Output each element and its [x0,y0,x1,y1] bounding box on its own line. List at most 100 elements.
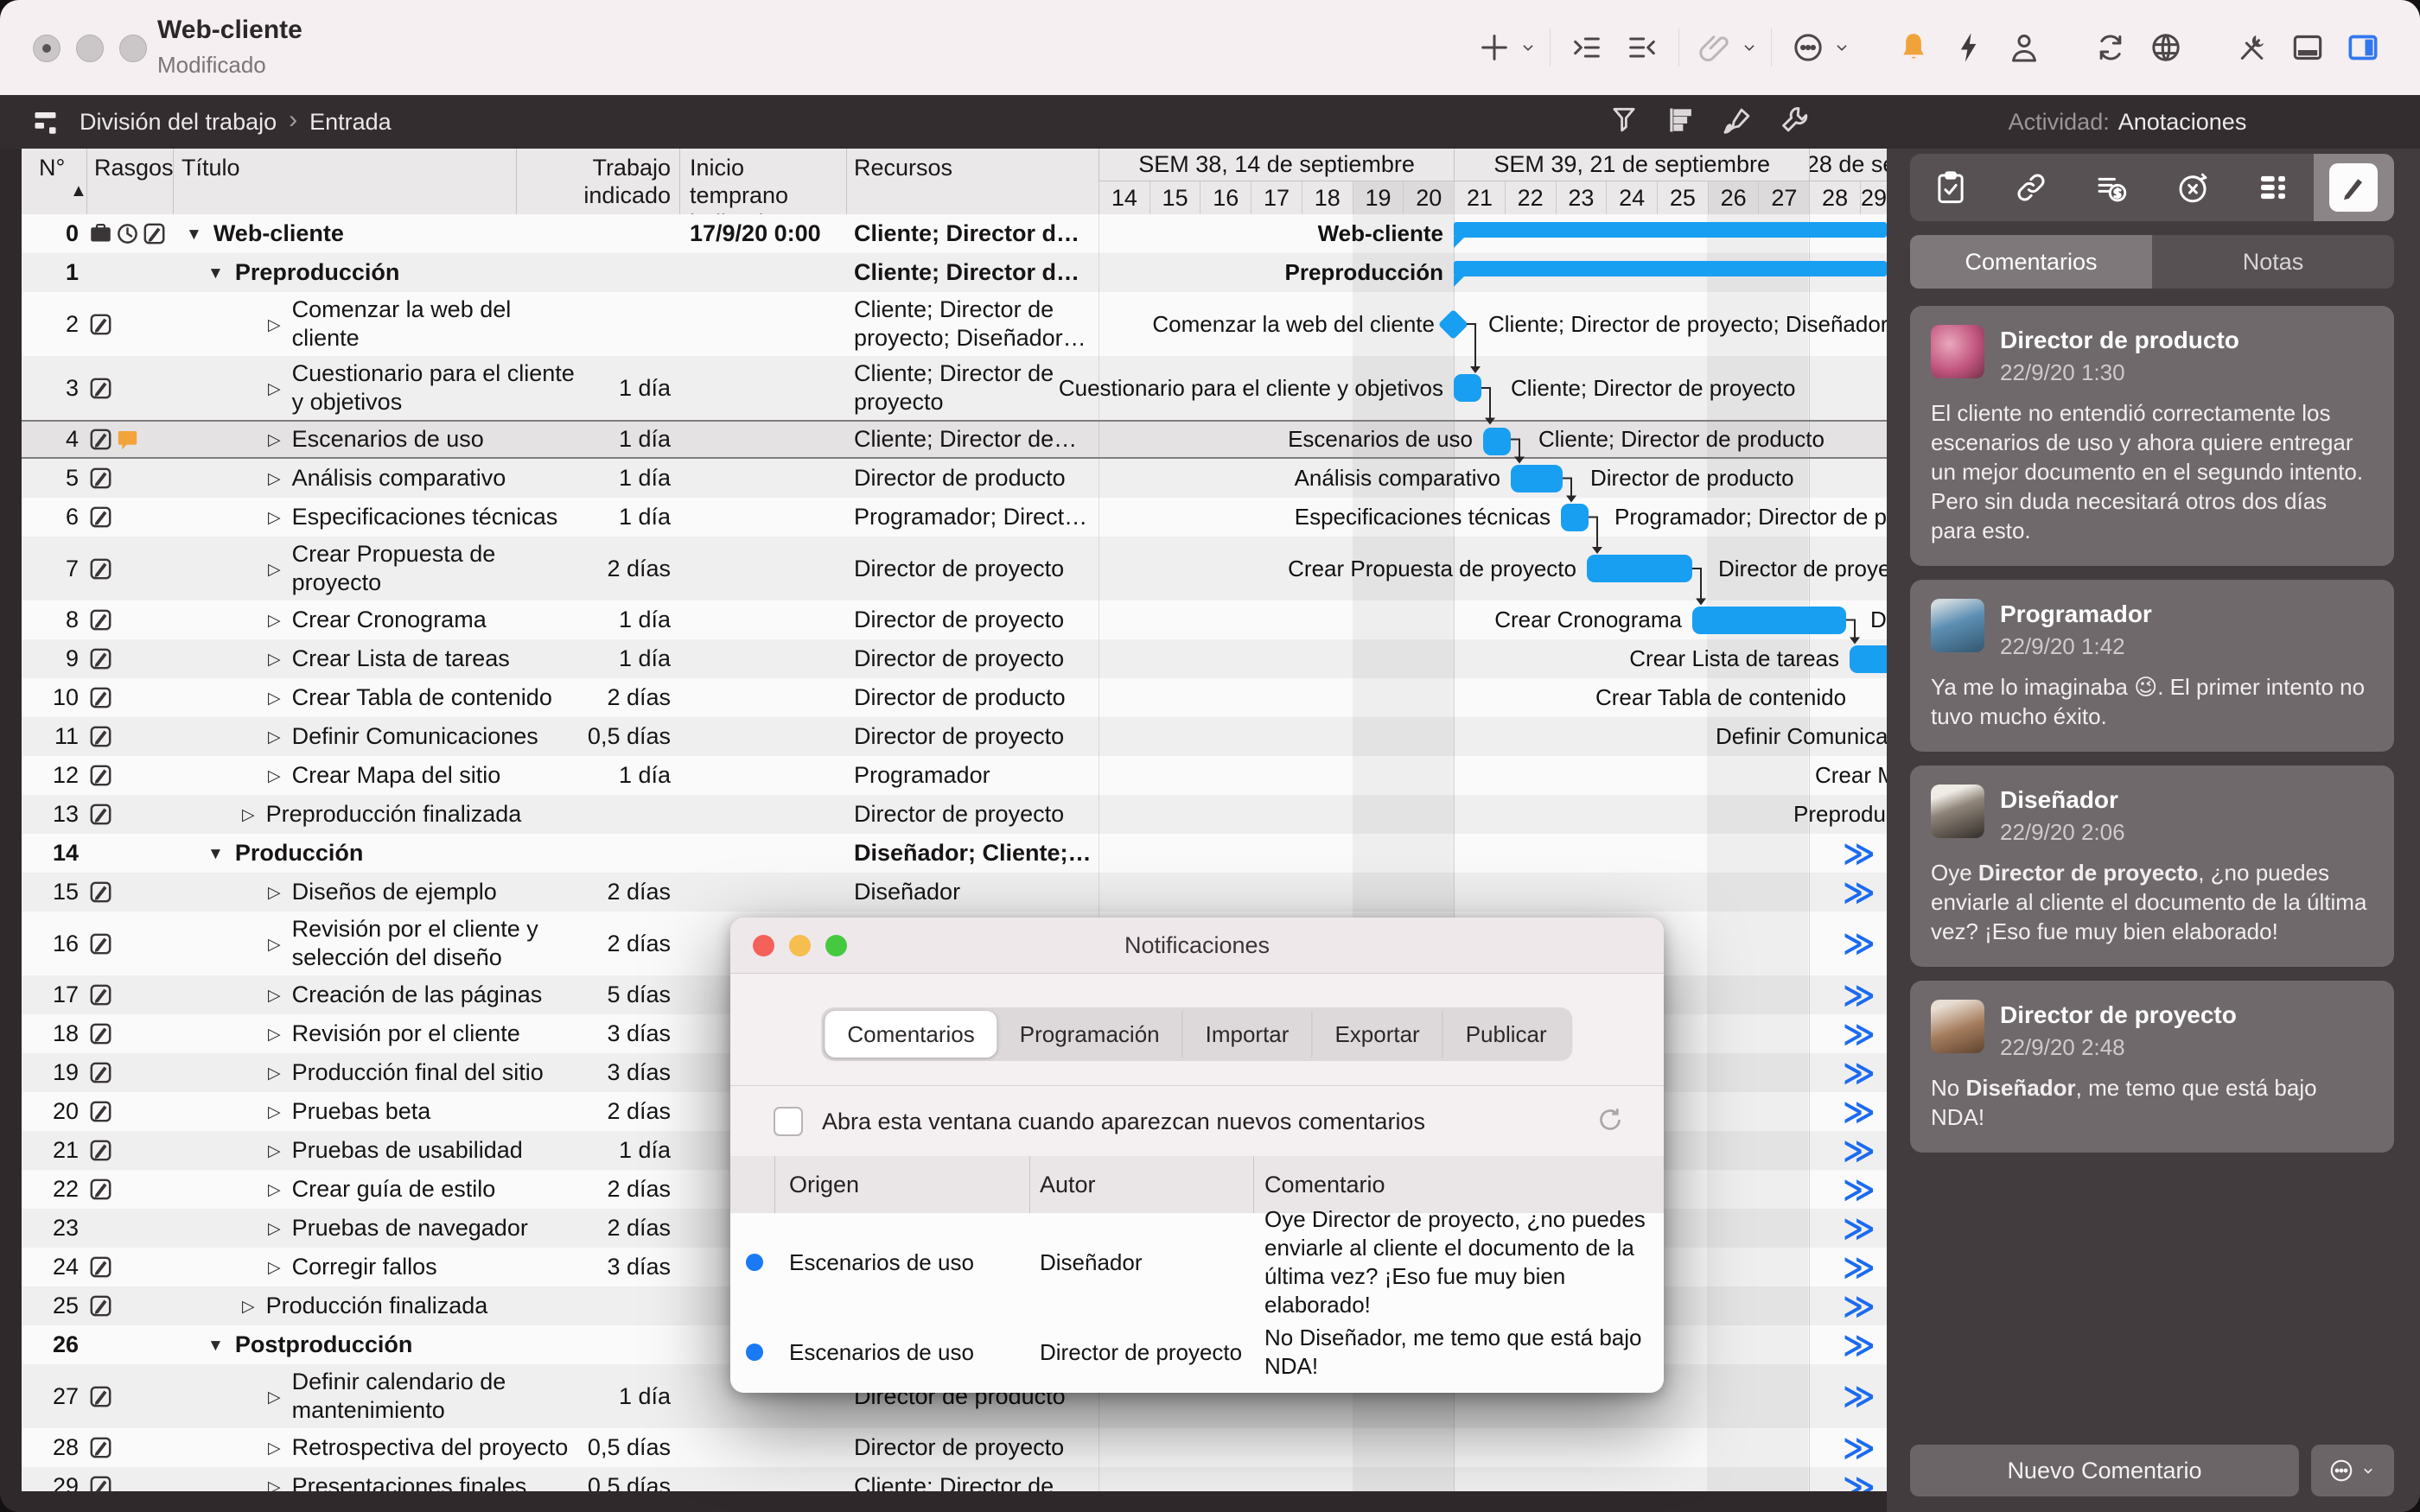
gantt-offscreen-indicator[interactable]: ≫ [1843,834,1874,873]
expand-triangle-icon[interactable]: ▷ [268,556,281,584]
refresh-icon[interactable] [1595,1104,1626,1140]
gantt-task-bar[interactable] [1692,607,1846,634]
collapse-triangle-icon[interactable]: ▼ [207,259,224,288]
gantt-offscreen-indicator[interactable]: ≫ [1843,1170,1874,1209]
expand-triangle-icon[interactable]: ▷ [268,1098,281,1127]
expand-triangle-icon[interactable]: ▷ [268,762,281,791]
table-row[interactable]: 11▷Definir Comunicaciones0,5 díasDirecto… [22,717,1887,756]
gantt-summary-bar[interactable] [1454,222,1887,238]
notifications-titlebar[interactable]: Notificaciones [730,918,1664,974]
bolt-icon[interactable] [1946,25,1991,70]
expand-triangle-icon[interactable]: ▷ [268,1176,281,1204]
expand-triangle-icon[interactable]: ▷ [268,1020,281,1049]
expand-triangle-icon[interactable]: ▷ [268,723,281,752]
gantt-offscreen-indicator[interactable]: ≫ [1843,1209,1874,1248]
expand-triangle-icon[interactable]: ▷ [268,1434,281,1463]
table-row[interactable]: 6▷Especificaciones técnicas1 díaPrograma… [22,498,1887,537]
chevron-down-icon[interactable] [1738,25,1761,70]
annotations-pencil-icon[interactable] [2314,154,2394,221]
columns-icon[interactable] [2232,154,2313,221]
table-row[interactable]: 29▷Presentaciones finales0,5 díasCliente… [22,1467,1887,1491]
tab-comentarios[interactable]: Comentarios [1910,235,2152,289]
table-row[interactable]: 0▼Web-cliente17/9/20 0:00Cliente; Direct… [22,214,1887,253]
collapse-triangle-icon[interactable]: ▼ [207,1331,224,1360]
sort-ascending-icon[interactable]: ▲ [70,181,87,201]
gantt-offscreen-indicator[interactable]: ≫ [1843,1248,1874,1286]
browser-icon[interactable] [2143,25,2188,70]
outdent-icon[interactable] [1620,25,1665,70]
gantt-task-bar[interactable] [1454,374,1481,402]
person-icon[interactable] [2002,25,2047,70]
column-header-rasgos[interactable]: Rasgos [94,149,172,214]
chevron-down-icon[interactable] [1517,25,1539,70]
gantt-offscreen-indicator[interactable]: ≫ [1843,1053,1874,1092]
table-row[interactable]: 14▼ProducciónDiseñador; Cliente;…≫ [22,834,1887,873]
notification-row[interactable]: Escenarios de usoDirector de proyectoNo … [730,1312,1664,1393]
close-button[interactable] [33,35,60,62]
expand-triangle-icon[interactable]: ▷ [268,1215,281,1243]
minimize-button[interactable] [76,35,104,62]
sync-icon[interactable] [2088,25,2133,70]
expand-triangle-icon[interactable]: ▷ [268,607,281,635]
expand-triangle-icon[interactable]: ▷ [268,1383,281,1412]
breadcrumb[interactable]: División del trabajo › Entrada [80,95,392,149]
notification-row[interactable]: Escenarios de usoDiseñadorOye Director d… [730,1213,1664,1312]
cost-icon[interactable] [2072,154,2152,221]
notifications-window-controls[interactable] [753,935,847,956]
filter-icon[interactable] [1608,104,1640,141]
collapse-triangle-icon[interactable]: ▼ [207,840,224,868]
table-row[interactable]: 10▷Crear Tabla de contenido2 díasDirecto… [22,678,1887,717]
column-header-inicio[interactable]: Inicio temprano indicado [690,149,847,214]
gantt-summary-bar[interactable] [1454,261,1887,276]
zoom-icon[interactable] [825,935,847,956]
minimize-icon[interactable] [789,935,811,956]
gantt-offscreen-indicator[interactable]: ≫ [1843,1364,1874,1428]
table-row[interactable]: 9▷Crear Lista de tareas1 díaDirector de … [22,639,1887,678]
gantt-offscreen-indicator[interactable]: ≫ [1843,912,1874,975]
collapse-triangle-icon[interactable]: ▼ [186,220,202,249]
gantt-task-bar[interactable] [1561,504,1589,531]
table-row[interactable]: 15▷Diseños de ejemplo2 díasDiseñador≫ [22,873,1887,912]
link-icon[interactable] [1990,154,2071,221]
notif-column-origen[interactable]: Origen [789,1156,859,1213]
expand-triangle-icon[interactable]: ▷ [268,311,281,340]
gantt-offscreen-indicator[interactable]: ≫ [1843,1014,1874,1053]
expand-triangle-icon[interactable]: ▷ [268,375,281,403]
expand-triangle-icon[interactable]: ▷ [268,1059,281,1088]
table-row[interactable]: 8▷Crear Cronograma1 díaDirector de proye… [22,600,1887,639]
expand-triangle-icon[interactable]: ▷ [242,801,255,829]
gantt-offscreen-indicator[interactable]: ≫ [1843,1325,1874,1364]
gantt-offscreen-indicator[interactable]: ≫ [1843,1428,1874,1467]
column-header-trabajo[interactable]: Trabajo indicado [516,149,671,214]
table-row[interactable]: 4▷Escenarios de uso1 díaCliente; Directo… [22,420,1887,459]
gantt-task-bar[interactable] [1483,428,1511,455]
gantt-offscreen-indicator[interactable]: ≫ [1843,873,1874,912]
table-row[interactable]: 28▷Retrospectiva del proyecto0,5 díasDir… [22,1428,1887,1467]
notif-column-autor[interactable]: Autor [1040,1156,1096,1213]
table-row[interactable]: 5▷Análisis comparativo1 díaDirector de p… [22,459,1887,498]
expand-triangle-icon[interactable]: ▷ [268,426,281,454]
panel-bottom-icon[interactable] [2285,25,2330,70]
panel-right-icon[interactable] [2340,25,2385,70]
wrench-icon[interactable] [1779,104,1812,141]
table-row[interactable]: 7▷Crear Propuesta de proyecto2 díasDirec… [22,537,1887,600]
gantt-offscreen-indicator[interactable]: ≫ [1843,1467,1874,1491]
table-row[interactable]: 3▷Cuestionario para el cliente y objetiv… [22,356,1887,420]
expand-triangle-icon[interactable]: ▷ [268,879,281,907]
table-row[interactable]: 2▷Comenzar la web del clienteCliente; Di… [22,292,1887,356]
table-row[interactable]: 13▷Preproducción finalizadaDirector de p… [22,795,1887,834]
close-icon[interactable] [753,935,774,956]
column-header-recursos[interactable]: Recursos [854,149,1096,214]
tools-icon[interactable] [2230,25,2275,70]
gantt-task-bar[interactable] [1511,465,1563,492]
gantt-offscreen-indicator[interactable]: ≫ [1843,975,1874,1014]
tempo-icon[interactable] [2152,154,2232,221]
brush-icon[interactable] [1722,104,1754,141]
notif-tab-exportar[interactable]: Exportar [1311,1011,1442,1058]
notif-tab-publicar[interactable]: Publicar [1442,1011,1570,1058]
notif-tab-importar[interactable]: Importar [1182,1011,1312,1058]
column-header-titulo[interactable]: Título [182,149,510,214]
open-on-new-comments-checkbox[interactable] [774,1107,803,1136]
gantt-offscreen-indicator[interactable]: ≫ [1843,1286,1874,1325]
notif-tab-programación[interactable]: Programación [997,1011,1182,1058]
